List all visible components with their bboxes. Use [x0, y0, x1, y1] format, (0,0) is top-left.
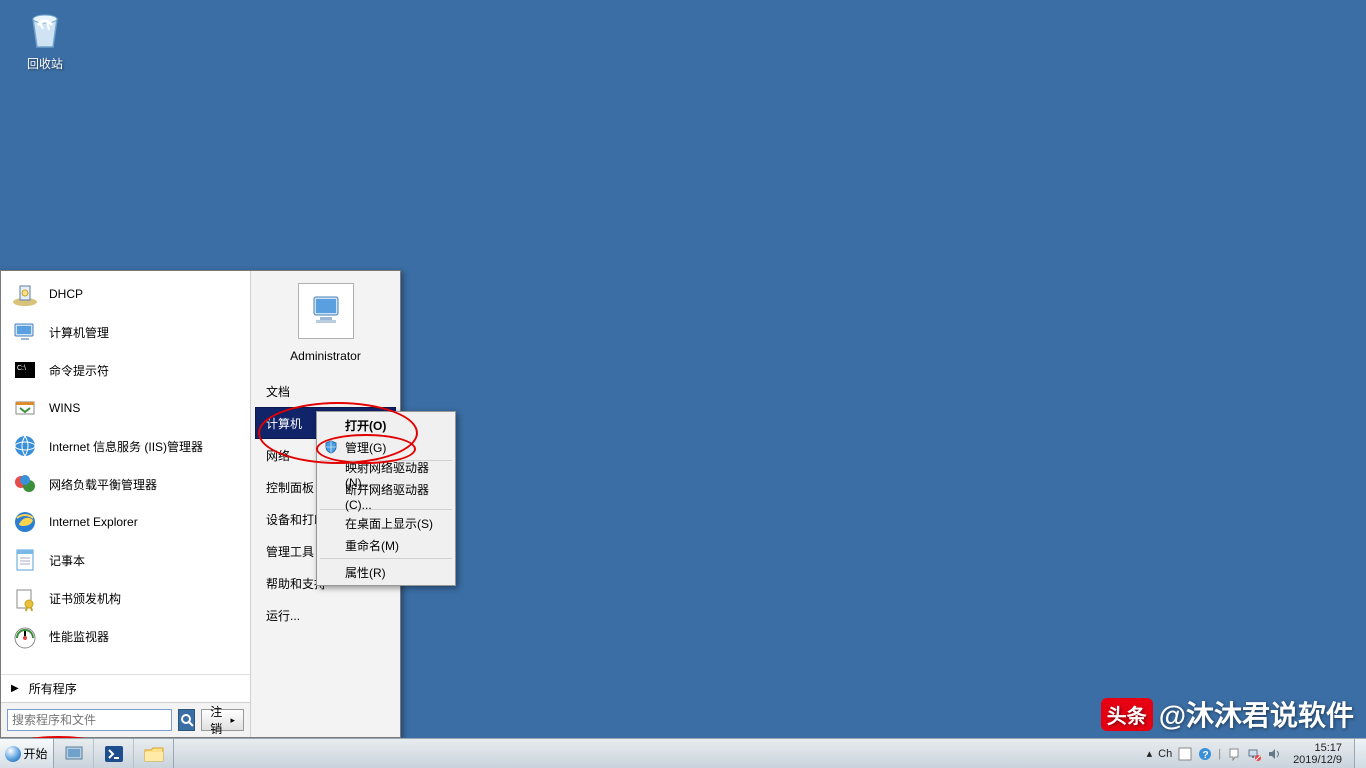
taskbar-pin-explorer[interactable] [134, 739, 174, 768]
volume-icon[interactable] [1267, 747, 1281, 761]
network-icon[interactable] [1247, 747, 1261, 761]
program-computer-management[interactable]: 计算机管理 [3, 313, 248, 351]
rlink-documents[interactable]: 文档 [255, 375, 396, 407]
taskbar-pin-server-manager[interactable] [54, 739, 94, 768]
clock[interactable]: 15:17 2019/12/9 [1287, 742, 1348, 766]
tray-separator: | [1218, 748, 1221, 760]
taskbar-pin-powershell[interactable] [94, 739, 134, 768]
shield-icon [323, 439, 339, 455]
dhcp-icon [9, 278, 41, 310]
computer-management-icon [9, 316, 41, 348]
system-tray: ▴ Ch ? | [1147, 747, 1281, 761]
ie-icon [9, 506, 41, 538]
ctx-properties[interactable]: 属性(R) [319, 561, 453, 583]
help-icon[interactable]: ? [1198, 747, 1212, 761]
perfmon-icon [9, 620, 41, 652]
context-menu: 打开(O) 管理(G) 映射网络驱动器(N)... 断开网络驱动器(C)... … [316, 411, 456, 586]
user-section: Administrator [251, 279, 400, 375]
wins-icon [9, 392, 41, 424]
action-center-icon[interactable] [1227, 747, 1241, 761]
program-iis[interactable]: Internet 信息服务 (IIS)管理器 [3, 427, 248, 465]
iis-icon [9, 430, 41, 462]
rlink-run[interactable]: 运行... [255, 599, 396, 631]
start-button[interactable]: 开始 [0, 739, 54, 768]
cert-authority-icon [9, 582, 41, 614]
program-ie[interactable]: Internet Explorer [3, 503, 248, 541]
desktop-icon-recycle-bin[interactable]: 回收站 [15, 5, 75, 72]
program-ca[interactable]: 证书颁发机构 [3, 579, 248, 617]
svg-text:C:\: C:\ [17, 365, 26, 372]
start-menu-left-pane: DHCP 计算机管理 C:\命令提示符 WINS Internet 信息服务 (… [1, 271, 251, 737]
programs-list: DHCP 计算机管理 C:\命令提示符 WINS Internet 信息服务 (… [1, 271, 250, 674]
program-dhcp[interactable]: DHCP [3, 275, 248, 313]
nlb-icon [9, 468, 41, 500]
search-row: 注销 ▸ [1, 702, 250, 737]
ime-indicator[interactable]: Ch [1158, 748, 1172, 760]
svg-text:?: ? [1203, 750, 1209, 761]
program-nlb[interactable]: 网络负载平衡管理器 [3, 465, 248, 503]
ctx-rename[interactable]: 重命名(M) [319, 534, 453, 556]
notepad-icon [9, 544, 41, 576]
triangle-right-icon: ▶ [11, 683, 19, 694]
windows-orb-icon [5, 746, 21, 762]
watermark-text: @沐沐君说软件 [1159, 694, 1354, 734]
cmd-icon: C:\ [9, 354, 41, 386]
ctx-open[interactable]: 打开(O) [319, 414, 453, 436]
program-cmd[interactable]: C:\命令提示符 [3, 351, 248, 389]
ime-mode-icon[interactable] [1178, 747, 1192, 761]
ctx-manage[interactable]: 管理(G) [319, 436, 453, 458]
show-desktop-button[interactable] [1354, 739, 1366, 768]
user-avatar[interactable] [298, 283, 354, 339]
program-wins[interactable]: WINS [3, 389, 248, 427]
logout-button[interactable]: 注销 ▸ [201, 709, 244, 731]
search-button[interactable] [178, 709, 195, 731]
watermark: 头条 @沐沐君说软件 [1101, 694, 1354, 734]
search-input[interactable] [7, 709, 172, 731]
ctx-show-desktop[interactable]: 在桌面上显示(S) [319, 512, 453, 534]
taskbar: 开始 ▴ Ch ? | 15:17 2019/12/9 [0, 738, 1366, 768]
recycle-bin-icon [21, 5, 69, 53]
tray-chevron-icon[interactable]: ▴ [1147, 747, 1153, 760]
recycle-bin-label: 回收站 [15, 55, 75, 72]
user-name: Administrator [251, 349, 400, 363]
separator [320, 558, 452, 559]
chevron-right-icon: ▸ [230, 715, 235, 726]
watermark-badge: 头条 [1101, 698, 1153, 731]
all-programs[interactable]: ▶所有程序 [1, 674, 250, 702]
program-notepad[interactable]: 记事本 [3, 541, 248, 579]
ctx-disconnect-drive[interactable]: 断开网络驱动器(C)... [319, 485, 453, 507]
program-perfmon[interactable]: 性能监视器 [3, 617, 248, 655]
